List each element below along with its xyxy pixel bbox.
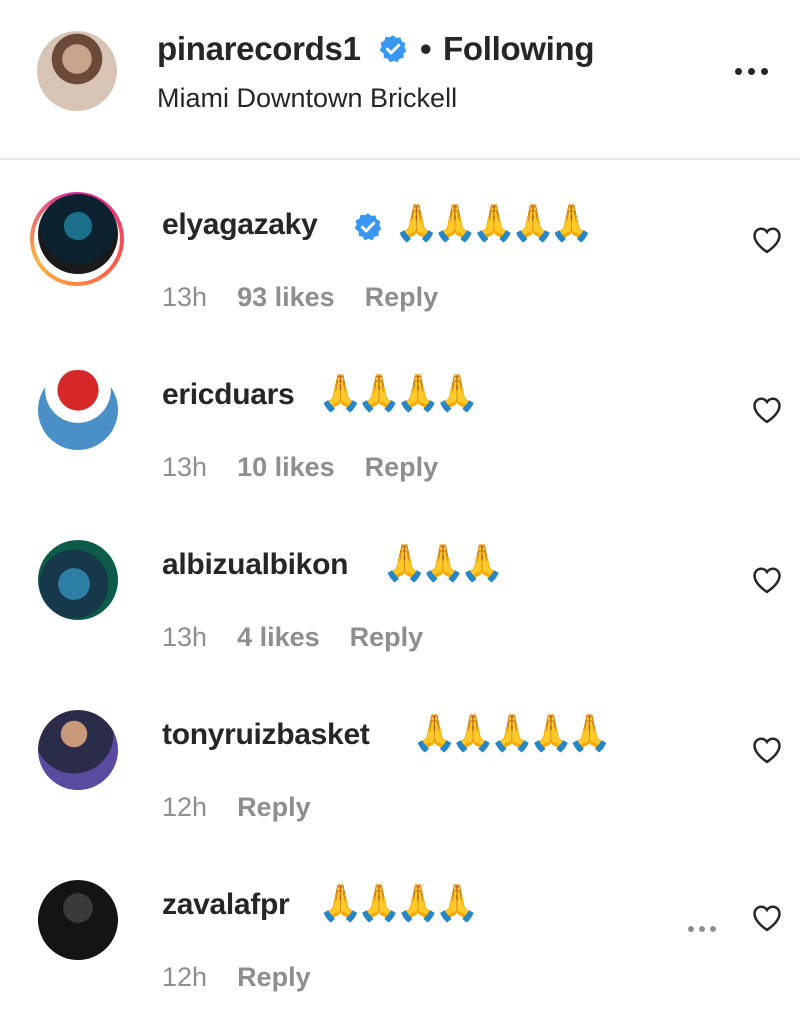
commenter-avatar[interactable]: [38, 194, 118, 274]
comment-likes[interactable]: 10 likes: [237, 450, 335, 484]
commenter-avatar[interactable]: [38, 710, 118, 790]
verified-badge-icon: [379, 35, 407, 63]
commenter-avatar[interactable]: [38, 880, 118, 960]
reply-button[interactable]: Reply: [365, 450, 439, 484]
commenter-username[interactable]: zavalafpr: [162, 885, 290, 925]
comment-meta: 12h Reply: [162, 790, 311, 824]
comment-item: tonyruizbasket 🙏🙏🙏🙏🙏 12h Reply: [0, 678, 800, 848]
commenter-avatar[interactable]: [38, 540, 118, 620]
like-heart-icon[interactable]: [752, 226, 782, 254]
comment-likes[interactable]: 93 likes: [237, 280, 335, 314]
comment-item: albizualbikon 🙏🙏🙏 13h 4 likes Reply: [0, 508, 800, 678]
post-header: pinarecords1 • Following Miami Downtown …: [0, 0, 800, 158]
comment-text: 🙏🙏🙏🙏: [318, 883, 479, 924]
comment-text: 🙏🙏🙏🙏: [318, 373, 479, 414]
comment-item: elyagazaky 🙏🙏🙏🙏🙏 13h 93 likes Reply: [0, 168, 800, 338]
commenter-username[interactable]: ericduars: [162, 375, 295, 415]
commenter-username[interactable]: elyagazaky: [162, 205, 318, 245]
comment-likes[interactable]: 4 likes: [237, 620, 320, 654]
comment-time: 12h: [162, 792, 208, 822]
commenter-username[interactable]: albizualbikon: [162, 545, 348, 585]
reply-button[interactable]: Reply: [350, 620, 424, 654]
comment-meta: 13h 93 likes Reply: [162, 280, 438, 314]
comment-options-icon[interactable]: [688, 926, 716, 932]
comment-time: 12h: [162, 962, 208, 992]
more-options-icon[interactable]: [735, 68, 768, 75]
like-heart-icon[interactable]: [752, 566, 782, 594]
author-username[interactable]: pinarecords1: [157, 29, 361, 69]
comment-meta: 13h 10 likes Reply: [162, 450, 438, 484]
author-avatar[interactable]: [37, 31, 117, 111]
like-heart-icon[interactable]: [752, 904, 782, 932]
comment-text: 🙏🙏🙏: [382, 543, 505, 584]
comment-meta: 12h Reply: [162, 960, 311, 994]
commenter-username[interactable]: tonyruizbasket: [162, 715, 370, 755]
post-location[interactable]: Miami Downtown Brickell: [157, 82, 457, 114]
reply-button[interactable]: Reply: [237, 790, 311, 824]
reply-button[interactable]: Reply: [365, 280, 439, 314]
like-heart-icon[interactable]: [752, 736, 782, 764]
commenter-avatar[interactable]: [38, 370, 118, 450]
comment-item: zavalafpr 🙏🙏🙏🙏 12h Reply: [0, 848, 800, 1018]
header-divider: [0, 158, 800, 160]
comment-time: 13h: [162, 622, 208, 652]
reply-button[interactable]: Reply: [237, 960, 311, 994]
verified-badge-icon: [354, 213, 382, 241]
comment-meta: 13h 4 likes Reply: [162, 620, 423, 654]
comment-text: 🙏🙏🙏🙏🙏: [394, 203, 594, 244]
following-button[interactable]: Following: [443, 29, 595, 69]
comment-text: 🙏🙏🙏🙏🙏: [412, 713, 612, 754]
comment-item: ericduars 🙏🙏🙏🙏 13h 10 likes Reply: [0, 338, 800, 508]
comment-time: 13h: [162, 452, 208, 482]
separator-dot: •: [420, 30, 432, 67]
like-heart-icon[interactable]: [752, 396, 782, 424]
comment-time: 13h: [162, 282, 208, 312]
